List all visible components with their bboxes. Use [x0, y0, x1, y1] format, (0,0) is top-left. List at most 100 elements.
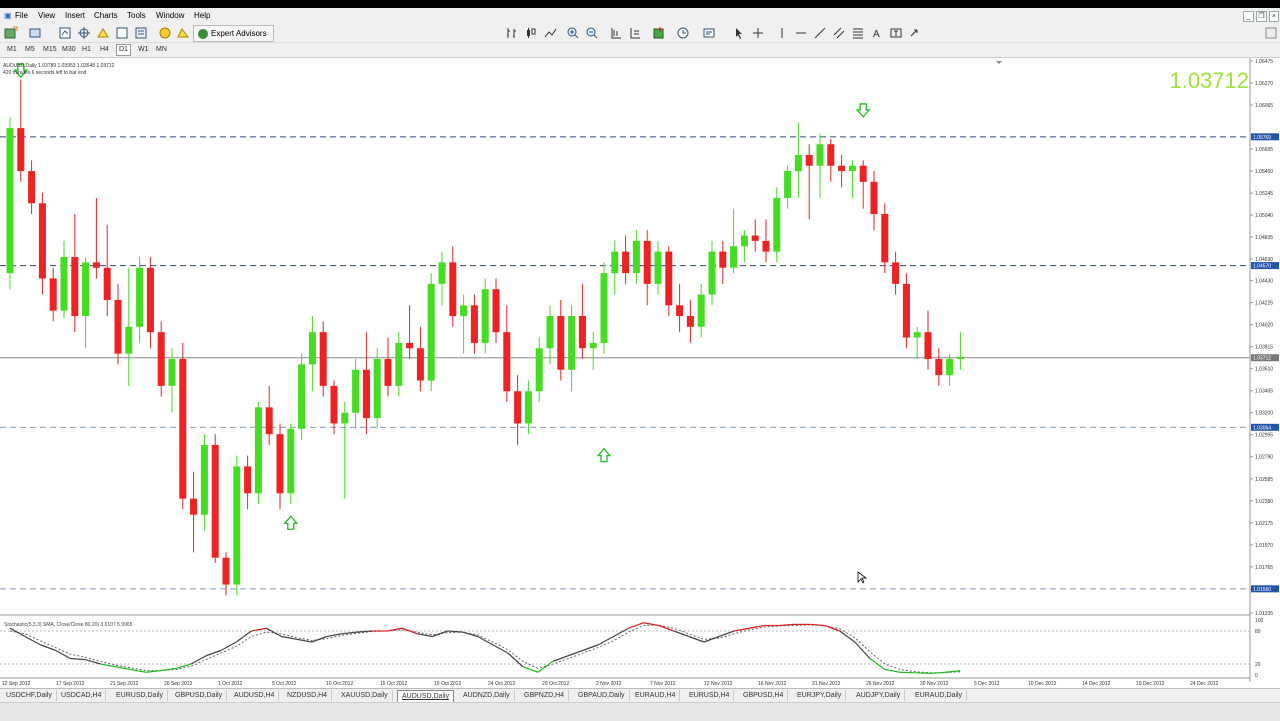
price-chart[interactable]: 1.06475 1.06270 1.06065 1.05655 1.05450 1.052… — [0, 58, 1280, 686]
chart-tab[interactable]: XAUUSD,Daily — [337, 690, 393, 701]
chart-tab[interactable]: GBPUSD,H4 — [739, 690, 789, 701]
candle-body — [470, 305, 478, 343]
oscillator-main-line — [220, 641, 237, 651]
zoom-out-icon[interactable] — [585, 26, 599, 40]
profiles-icon[interactable] — [28, 26, 42, 40]
candle-body — [254, 407, 262, 494]
menu-charts[interactable]: Charts — [94, 12, 118, 20]
text-icon[interactable]: A — [870, 26, 884, 40]
tester-icon[interactable] — [134, 26, 148, 40]
y-tick-label: 1.04835 — [1255, 235, 1273, 241]
menu-insert[interactable]: Insert — [65, 12, 85, 20]
bar-chart-icon[interactable] — [505, 26, 519, 40]
indicators-icon[interactable] — [652, 26, 666, 40]
meta-editor-icon[interactable] — [176, 26, 190, 40]
candle-body — [600, 273, 608, 343]
search-icon[interactable] — [1264, 26, 1278, 40]
candle-body — [794, 154, 802, 172]
navigator-icon[interactable] — [96, 26, 110, 40]
chart-tab[interactable]: NZDUSD,H4 — [283, 690, 333, 701]
chart-tab[interactable]: EURAUD,Daily — [911, 690, 968, 701]
y-tick-label: 1.02790 — [1255, 455, 1273, 461]
candle-body — [265, 407, 273, 435]
chart-window[interactable]: 1.06475 1.06270 1.06065 1.05655 1.05450 1.052… — [0, 58, 1280, 686]
expert-advisors-button[interactable]: Expert Advisors — [193, 25, 274, 42]
cursor-icon[interactable] — [732, 26, 746, 40]
equidistant-channel-icon[interactable] — [832, 26, 846, 40]
restore-icon[interactable]: ❐ — [1256, 11, 1267, 22]
market-watch-icon[interactable] — [58, 26, 72, 40]
timeframe-h4[interactable]: H4 — [98, 45, 111, 55]
timeframe-m5[interactable]: M5 — [23, 45, 37, 55]
chart-tab-active[interactable]: AUDUSD,Daily — [397, 690, 455, 702]
trendline-icon[interactable] — [813, 26, 827, 40]
new-chart-icon[interactable] — [4, 26, 18, 40]
candlestick-chart-icon[interactable] — [524, 26, 538, 40]
timeframe-m30[interactable]: M30 — [60, 45, 78, 55]
candle-body — [352, 369, 360, 413]
candle-body — [935, 359, 943, 376]
candle-body — [676, 305, 684, 317]
crosshair-icon[interactable] — [751, 26, 765, 40]
app-icon[interactable]: ▣ — [4, 12, 12, 20]
zoom-in-icon[interactable] — [566, 26, 580, 40]
candle-body — [168, 359, 176, 386]
chart-shift-icon[interactable] — [628, 26, 642, 40]
close-icon[interactable]: × — [1269, 11, 1279, 22]
chart-tab[interactable]: USDCHF,Daily — [2, 690, 57, 701]
horizontal-line-icon[interactable] — [794, 26, 808, 40]
chart-tab[interactable]: AUDNZD,Daily — [459, 690, 515, 701]
candle-body — [460, 305, 468, 317]
candle-body — [751, 235, 759, 241]
y-tick-label: 1.03200 — [1255, 411, 1273, 417]
candle-body — [578, 316, 586, 349]
chart-tab[interactable]: EURUSD,Daily — [112, 690, 169, 701]
menu-file[interactable]: File — [15, 12, 28, 20]
text-label-icon[interactable] — [889, 26, 903, 40]
chart-tab[interactable]: EURJPY,Daily — [793, 690, 847, 701]
candle-body — [827, 144, 835, 166]
fibonacci-icon[interactable] — [851, 26, 865, 40]
timeframe-m1[interactable]: M1 — [5, 45, 19, 55]
candle-body — [308, 332, 316, 365]
y-tick-label: 1.01335 — [1255, 611, 1273, 617]
templates-icon[interactable] — [702, 26, 716, 40]
vertical-line-icon[interactable] — [775, 26, 789, 40]
chart-tab[interactable]: AUDJPY,Daily — [852, 690, 906, 701]
chart-tab[interactable]: GBPAUD,Daily — [574, 690, 630, 701]
line-chart-icon[interactable] — [543, 26, 557, 40]
arrows-icon[interactable] — [908, 26, 922, 40]
timeframe-w1[interactable]: W1 — [136, 45, 151, 55]
oscillator-main-line — [583, 644, 599, 651]
periods-icon[interactable] — [676, 26, 690, 40]
timeframe-m15[interactable]: M15 — [41, 45, 59, 55]
menu-view[interactable]: View — [38, 12, 55, 20]
oscillator-main-line — [900, 671, 916, 674]
chart-tab[interactable]: GBPUSD,Daily — [171, 690, 228, 701]
menu-help[interactable]: Help — [194, 12, 210, 20]
chart-tab[interactable]: GBPNZD,H4 — [520, 690, 570, 701]
timeframe-d1[interactable]: D1 — [116, 44, 131, 56]
menu-tools[interactable]: Tools — [127, 12, 146, 20]
candle-body — [28, 171, 36, 204]
chart-tab[interactable]: USDCAD,H4 — [57, 690, 107, 701]
chart-tab[interactable]: EURUSD,H4 — [685, 690, 735, 701]
tile-windows-icon[interactable] — [609, 26, 623, 40]
terminal-icon[interactable] — [115, 26, 129, 40]
candle-body — [373, 359, 381, 419]
timeframe-h1[interactable]: H1 — [80, 45, 93, 55]
data-window-icon[interactable] — [77, 26, 91, 40]
oscillator-main-line — [39, 644, 56, 651]
chart-tab[interactable]: AUDUSD,H4 — [230, 690, 280, 701]
minimize-icon[interactable]: _ — [1243, 11, 1254, 22]
oscillator-main-line — [462, 631, 478, 638]
candle-body — [49, 278, 57, 311]
candle-body — [362, 369, 370, 419]
y-tick-label: 1.05450 — [1255, 169, 1273, 175]
candle-body — [503, 332, 511, 392]
timeframe-mn[interactable]: MN — [154, 45, 169, 55]
menu-window[interactable]: Window — [156, 12, 184, 20]
new-order-icon[interactable] — [158, 26, 172, 40]
oscillator-main-line — [598, 635, 614, 646]
chart-tab[interactable]: EURAUD,H4 — [631, 690, 681, 701]
